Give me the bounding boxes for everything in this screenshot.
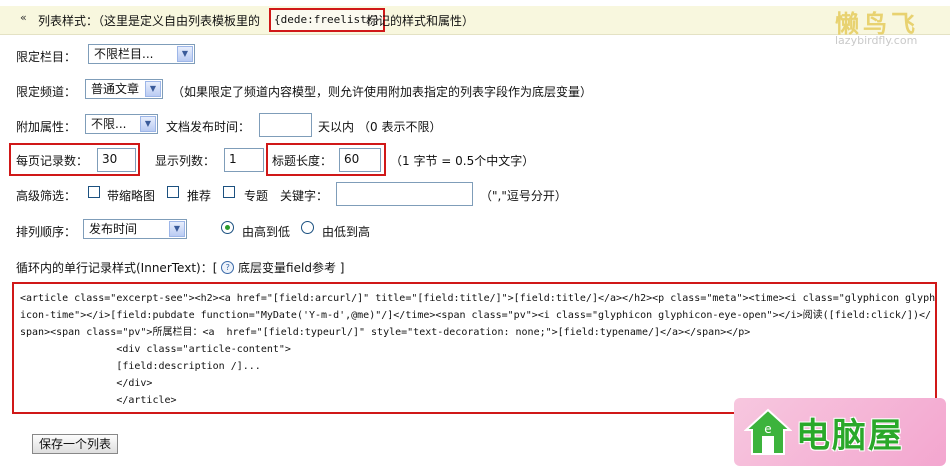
innertext-label-row: 循环内的单行记录样式(InnerText)：[ ? 底层变量field参考 ] <box>16 259 344 275</box>
typeid-select[interactable]: 不限栏目... ▼ <box>88 44 195 64</box>
keyword-note: （","逗号分开） <box>480 189 567 203</box>
recommend-checkbox[interactable] <box>167 186 179 198</box>
channel-select[interactable]: 普通文章 ▼ <box>85 79 163 99</box>
innertext-label: 循环内的单行记录样式(InnerText)：[ <box>16 261 218 275</box>
innertext-textarea[interactable]: <article class="excerpt-see"><h2><a href… <box>12 282 937 414</box>
pubdate-label: 文档发布时间： <box>166 120 251 134</box>
logo-url: lazybirdfly.com <box>835 34 918 47</box>
watermark-text: 电脑屋 <box>796 416 904 456</box>
chevron-down-icon: ▼ <box>140 116 156 132</box>
attr-label: 附加属性： <box>16 120 77 134</box>
channel-note: （如果限定了频道内容模型，则允许使用附加表指定的列表字段作为底层变量） <box>172 85 593 99</box>
titlelen-label: 标题长度： <box>272 154 333 168</box>
diannaowu-watermark: e 电脑屋 <box>734 398 946 466</box>
field-reference-link[interactable]: 底层变量field参考 <box>238 261 336 275</box>
pagesize-input[interactable]: 30 <box>97 148 136 172</box>
days-note: （0 表示不限） <box>358 120 442 134</box>
titlelen-input[interactable]: 60 <box>339 148 381 172</box>
save-list-button[interactable]: 保存一个列表 <box>32 434 119 454</box>
chevron-down-icon: ▼ <box>145 81 161 97</box>
pagesize-label: 每页记录数： <box>16 154 89 168</box>
titlelen-note: （1 字节 = 0.5个中文字） <box>390 154 535 168</box>
help-icon[interactable]: ? <box>221 261 235 274</box>
recommend-label: 推荐 <box>187 189 212 203</box>
chevron-down-icon: ▼ <box>169 221 185 237</box>
special-label: 专题 <box>244 189 269 203</box>
order-select-value: 发布时间 <box>89 222 138 236</box>
order-label: 排列顺序： <box>16 225 77 239</box>
channel-select-value: 普通文章 <box>91 82 140 96</box>
list-style-header: « 列表样式：（这里是定义自由列表模板里的 {dede:freelist/} 标… <box>0 6 950 35</box>
chevron-down-icon: ▼ <box>177 46 193 62</box>
keyword-label: 关键字： <box>280 189 329 203</box>
special-checkbox[interactable] <box>223 186 235 198</box>
header-title: 列表样式：（这里是定义自由列表模板里的 <box>38 14 261 28</box>
pubdate-days-input[interactable] <box>259 113 312 137</box>
typeid-label: 限定栏目： <box>16 50 77 64</box>
order-desc-label: 由高到低 <box>242 225 291 239</box>
order-select[interactable]: 发布时间 ▼ <box>83 219 187 239</box>
collapse-chevron-icon[interactable]: « <box>20 11 27 24</box>
days-label: 天以内 <box>318 120 355 134</box>
filter-label: 高级筛选： <box>16 189 77 203</box>
thumb-label: 带缩略图 <box>107 189 156 203</box>
thumb-checkbox[interactable] <box>88 186 100 198</box>
keyword-input[interactable] <box>336 182 473 206</box>
lazybirdfly-logo: 懒鸟飞 lazybirdfly.com <box>835 4 945 50</box>
channel-label: 限定频道： <box>16 85 77 99</box>
typeid-select-value: 不限栏目... <box>94 47 154 61</box>
cols-input[interactable]: 1 <box>224 148 264 172</box>
order-asc-label: 由低到高 <box>322 225 371 239</box>
attr-select[interactable]: 不限... ▼ <box>85 114 158 134</box>
order-asc-radio[interactable] <box>301 221 314 234</box>
house-logo-icon: e <box>744 408 792 455</box>
svg-text:e: e <box>764 422 771 436</box>
order-desc-radio[interactable] <box>221 221 234 234</box>
attr-select-value: 不限... <box>91 117 127 131</box>
innertext-label-close: ] <box>339 261 345 275</box>
cols-label: 显示列数： <box>155 154 216 168</box>
header-title-tail: 标记的样式和属性） <box>366 14 475 28</box>
